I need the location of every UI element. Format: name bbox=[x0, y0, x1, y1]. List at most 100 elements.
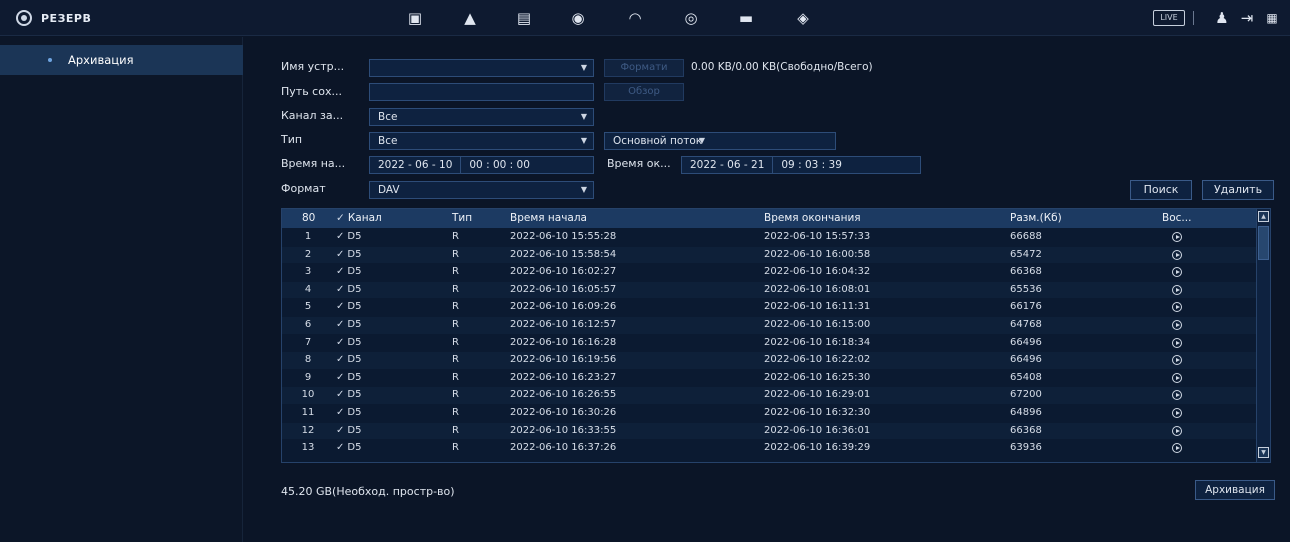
end-time[interactable]: 09 : 03 : 39 bbox=[773, 157, 850, 173]
table-row[interactable]: 12 R 2022-06-10 16:33:55 2022-06-10 16:36:0… bbox=[282, 422, 1257, 440]
play-icon[interactable] bbox=[1172, 337, 1182, 348]
row-channel[interactable]: ✓ D5 bbox=[336, 389, 361, 400]
alarm-icon[interactable]: ▲ bbox=[460, 9, 480, 27]
check-icon[interactable]: ✓ bbox=[336, 425, 344, 436]
format-button[interactable]: Формати bbox=[604, 59, 684, 77]
row-type: R bbox=[452, 442, 459, 454]
play-icon[interactable] bbox=[1172, 355, 1182, 366]
play-icon[interactable] bbox=[1172, 320, 1182, 330]
ai-icon[interactable]: ◉ bbox=[568, 9, 588, 27]
check-icon[interactable]: ✓ bbox=[336, 407, 344, 418]
end-datetime-input[interactable]: 2022 - 06 - 21 09 : 03 : 39 bbox=[681, 156, 921, 174]
row-end-time: 2022-06-10 16:18:34 bbox=[764, 336, 871, 348]
check-icon[interactable]: ✓ bbox=[336, 284, 344, 295]
logout-icon[interactable]: ⇥ bbox=[1237, 9, 1257, 27]
display-icon[interactable]: ▬ bbox=[736, 9, 756, 27]
file-format-select[interactable]: DAV ▼ bbox=[369, 181, 594, 199]
check-icon[interactable]: ✓ bbox=[336, 266, 344, 277]
play-icon[interactable] bbox=[1172, 372, 1182, 383]
start-datetime-input[interactable]: 2022 - 06 - 10 00 : 00 : 00 bbox=[369, 156, 594, 174]
row-channel[interactable]: ✓ D5 bbox=[336, 407, 361, 418]
delete-button[interactable]: Удалить bbox=[1202, 180, 1274, 200]
stream-value: Основной поток bbox=[613, 135, 703, 147]
play-icon[interactable] bbox=[1172, 284, 1182, 295]
row-end-time: 2022-06-10 16:04:32 bbox=[764, 266, 871, 278]
scroll-thumb[interactable] bbox=[1258, 226, 1269, 260]
play-icon[interactable] bbox=[1172, 249, 1182, 260]
search-button[interactable]: Поиск bbox=[1130, 180, 1192, 200]
table-row[interactable]: 8 R 2022-06-10 16:19:56 2022-06-10 16:22:02… bbox=[282, 352, 1257, 369]
check-icon[interactable]: ✓ bbox=[336, 249, 344, 260]
row-channel[interactable]: ✓ D5 bbox=[336, 354, 361, 365]
table-row[interactable]: 7 R 2022-06-10 16:16:28 2022-06-10 16:18:34… bbox=[282, 334, 1257, 352]
start-time[interactable]: 00 : 00 : 00 bbox=[461, 157, 538, 173]
stream-select[interactable]: Основной поток ▼ bbox=[604, 132, 836, 150]
row-channel[interactable]: ✓ D5 bbox=[336, 372, 361, 383]
check-icon[interactable]: ✓ bbox=[336, 319, 344, 330]
play-icon[interactable] bbox=[1172, 425, 1182, 436]
app-title: РЕЗЕРВ bbox=[41, 11, 92, 25]
scroll-down-icon[interactable]: ▼ bbox=[1258, 447, 1269, 458]
table-row[interactable]: 6 R 2022-06-10 16:12:57 2022-06-10 16:15:00… bbox=[282, 317, 1257, 334]
play-icon[interactable] bbox=[1172, 443, 1182, 454]
row-channel[interactable]: ✓ D5 bbox=[336, 284, 361, 295]
audio-icon[interactable]: ◈ bbox=[793, 9, 813, 27]
table-row[interactable]: 5 R 2022-06-10 16:09:26 2022-06-10 16:11:31… bbox=[282, 299, 1257, 316]
check-icon[interactable]: ✓ bbox=[336, 372, 344, 383]
play-icon[interactable] bbox=[1172, 302, 1182, 313]
camera-icon[interactable]: ▣ bbox=[405, 9, 425, 27]
live-view-button[interactable]: LIVE bbox=[1153, 10, 1185, 26]
row-channel[interactable]: ✓ D5 bbox=[336, 301, 361, 312]
table-row[interactable]: 4 R 2022-06-10 16:05:57 2022-06-10 16:08:01… bbox=[282, 281, 1257, 299]
user-icon[interactable]: ♟ bbox=[1212, 9, 1232, 27]
row-channel[interactable]: ✓ D5 bbox=[336, 266, 361, 277]
play-icon[interactable] bbox=[1172, 232, 1182, 242]
row-channel-label: D5 bbox=[347, 442, 362, 454]
device-select[interactable]: ▼ bbox=[369, 59, 594, 77]
row-channel[interactable]: ✓ D5 bbox=[336, 249, 361, 260]
record-icon[interactable]: ◎ bbox=[681, 9, 701, 27]
check-icon[interactable]: ✓ bbox=[336, 337, 344, 348]
header-channel[interactable]: ✓ Канал bbox=[336, 212, 382, 224]
path-input[interactable] bbox=[369, 83, 594, 101]
check-icon[interactable]: ✓ bbox=[336, 354, 344, 365]
performance-icon[interactable]: ◠ bbox=[625, 9, 645, 27]
table-scrollbar[interactable]: ▲ ▼ bbox=[1256, 209, 1270, 462]
table-row[interactable]: 10 R 2022-06-10 16:26:55 2022-06-10 16:29:0… bbox=[282, 387, 1257, 404]
channel-select[interactable]: Все ▼ bbox=[369, 108, 594, 126]
row-start-time: 2022-06-10 16:33:55 bbox=[510, 424, 617, 436]
check-icon[interactable]: ✓ bbox=[336, 389, 344, 400]
storage-icon[interactable]: ▤ bbox=[514, 9, 534, 27]
row-channel-label: D5 bbox=[347, 283, 362, 295]
check-icon[interactable]: ✓ bbox=[336, 231, 344, 242]
backup-button[interactable]: Архивация bbox=[1195, 480, 1275, 500]
type-select[interactable]: Все ▼ bbox=[369, 132, 594, 150]
play-icon[interactable] bbox=[1172, 408, 1182, 418]
play-icon[interactable] bbox=[1172, 267, 1182, 278]
grid-icon[interactable]: ▦ bbox=[1262, 9, 1282, 27]
check-icon[interactable]: ✓ bbox=[336, 442, 344, 453]
start-date[interactable]: 2022 - 06 - 10 bbox=[370, 157, 460, 173]
row-end-time: 2022-06-10 16:00:58 bbox=[764, 248, 871, 260]
row-channel[interactable]: ✓ D5 bbox=[336, 442, 361, 453]
row-channel[interactable]: ✓ D5 bbox=[336, 319, 361, 330]
scroll-up-icon[interactable]: ▲ bbox=[1258, 211, 1269, 222]
row-start-time: 2022-06-10 16:19:56 bbox=[510, 354, 617, 366]
table-row[interactable]: 2 R 2022-06-10 15:58:54 2022-06-10 16:00:58… bbox=[282, 246, 1257, 264]
row-channel[interactable]: ✓ D5 bbox=[336, 337, 361, 348]
row-number: 2 bbox=[304, 248, 312, 260]
table-row[interactable]: 13 R 2022-06-10 16:37:26 2022-06-10 16:39:2… bbox=[282, 440, 1257, 457]
row-channel[interactable]: ✓ D5 bbox=[336, 425, 361, 436]
table-row[interactable]: 9 R 2022-06-10 16:23:27 2022-06-10 16:25:30… bbox=[282, 369, 1257, 387]
row-end-time: 2022-06-10 16:22:02 bbox=[764, 354, 871, 366]
browse-button[interactable]: Обзор bbox=[604, 83, 684, 101]
table-row[interactable]: 11 R 2022-06-10 16:30:26 2022-06-10 16:32:3… bbox=[282, 405, 1257, 422]
row-channel[interactable]: ✓ D5 bbox=[336, 231, 361, 242]
end-date[interactable]: 2022 - 06 - 21 bbox=[682, 157, 772, 173]
sidebar-item-backup[interactable]: Архивация bbox=[0, 45, 243, 75]
play-icon[interactable] bbox=[1172, 390, 1182, 401]
row-channel-label: D5 bbox=[347, 319, 362, 330]
table-row[interactable]: 1 R 2022-06-10 15:55:28 2022-06-10 15:57:33… bbox=[282, 229, 1257, 246]
check-icon[interactable]: ✓ bbox=[336, 301, 344, 312]
table-row[interactable]: 3 R 2022-06-10 16:02:27 2022-06-10 16:04:32… bbox=[282, 264, 1257, 281]
